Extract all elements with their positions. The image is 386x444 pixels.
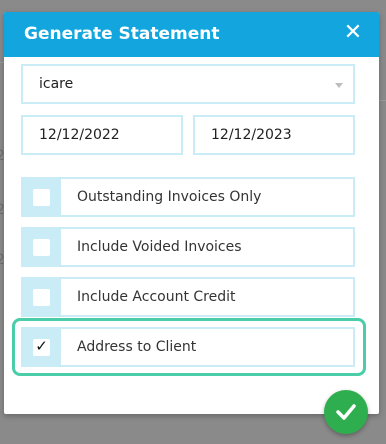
checkbox-label: Outstanding Invoices Only: [77, 189, 262, 205]
checkbox-label: Include Voided Invoices: [77, 239, 242, 255]
include-account-credit-checkbox[interactable]: [33, 289, 50, 306]
checkbox-cell: [23, 229, 61, 265]
client-select[interactable]: icare: [21, 64, 355, 104]
client-select-value: icare: [39, 76, 74, 92]
include-account-credit-checkbox-row[interactable]: Include Account Credit: [21, 277, 355, 317]
end-date-value: 12/12/2023: [211, 127, 292, 143]
start-date-value: 12/12/2022: [39, 127, 120, 143]
include-voided-invoices-checkbox[interactable]: [33, 239, 50, 256]
include-voided-invoices-checkbox-row[interactable]: Include Voided Invoices: [21, 227, 355, 267]
close-icon[interactable]: ✕: [341, 21, 365, 45]
checkmark-icon: [336, 404, 356, 420]
end-date-field[interactable]: 12/12/2023: [193, 115, 355, 155]
background-divider: [379, 100, 386, 101]
checkbox-cell: [23, 279, 61, 315]
checkbox-label: Include Account Credit: [77, 289, 236, 305]
outstanding-invoices-checkbox[interactable]: [33, 189, 50, 206]
chevron-down-icon: [335, 83, 343, 88]
confirm-button[interactable]: [324, 390, 368, 434]
start-date-field[interactable]: 12/12/2022: [21, 115, 183, 155]
checkbox-cell: [23, 179, 61, 215]
dialog-header: Generate Statement ✕: [4, 12, 379, 57]
outstanding-invoices-checkbox-row[interactable]: Outstanding Invoices Only: [21, 177, 355, 217]
dialog-title: Generate Statement: [24, 24, 220, 44]
selection-highlight: [12, 318, 366, 376]
